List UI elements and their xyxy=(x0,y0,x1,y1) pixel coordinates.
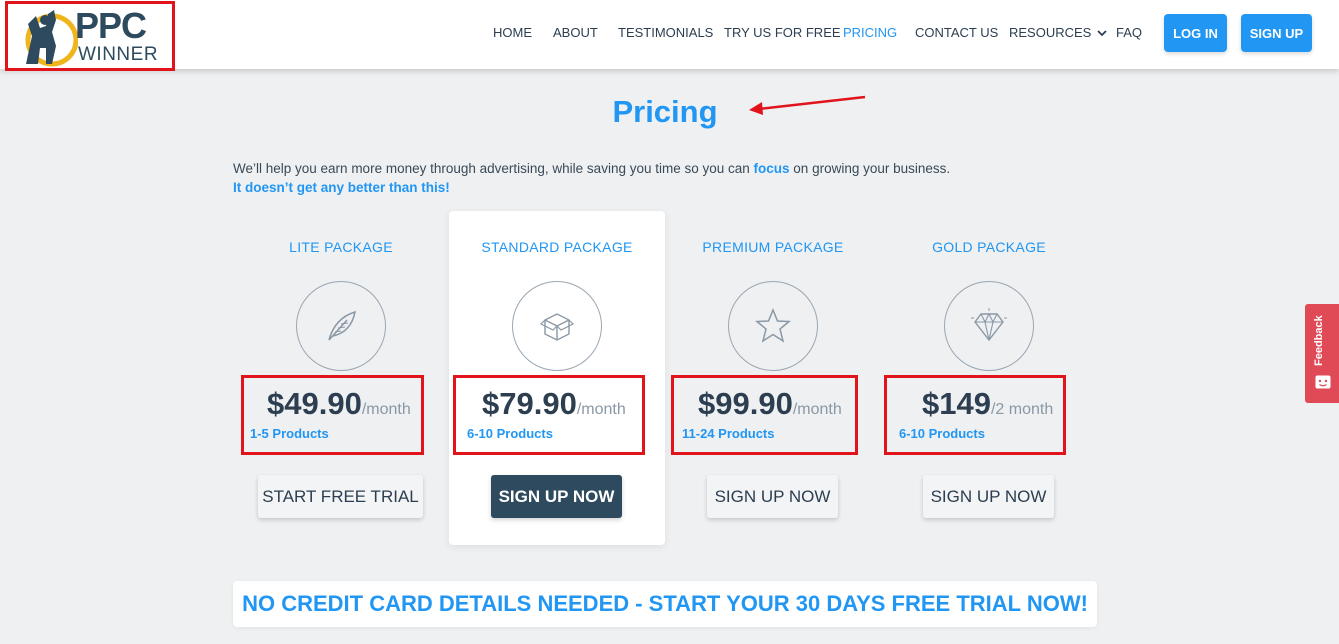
nav-resources-label: RESOURCES xyxy=(1009,25,1092,40)
nav-home[interactable]: HOME xyxy=(493,25,532,41)
login-button[interactable]: LOG IN xyxy=(1164,14,1227,52)
nav-try-us-for-free[interactable]: TRY US FOR FREE xyxy=(724,25,841,41)
intro-text-after: on growing your business. xyxy=(789,161,951,176)
nav-testimonials[interactable]: TESTIMONIALS xyxy=(618,25,713,41)
pricing-card-gold: GOLD PACKAGE $149/2 month 6-10 Products … xyxy=(881,211,1097,545)
intro-tagline: It doesn’t get any better than this! xyxy=(233,180,450,195)
nav-about[interactable]: ABOUT xyxy=(553,25,598,41)
price: $49.90/month xyxy=(267,386,411,422)
logo[interactable]: PPC WINNER xyxy=(5,1,175,71)
feedback-tab[interactable]: Feedback xyxy=(1305,304,1339,403)
star-icon xyxy=(755,308,791,343)
price-amount: $99.90 xyxy=(698,386,793,421)
price-highlight-box: $149/2 month 6-10 Products xyxy=(884,375,1066,455)
logo-winner-text: WINNER xyxy=(78,44,159,65)
price: $149/2 month xyxy=(922,386,1053,422)
pricing-card-premium: PREMIUM PACKAGE $99.90/month 11-24 Produ… xyxy=(665,211,881,545)
pricing-card-lite: LITE PACKAGE $49.90/month 1-5 Products S… xyxy=(233,211,449,545)
chevron-down-icon xyxy=(1097,30,1107,37)
page-title: Pricing xyxy=(612,94,718,129)
package-name: STANDARD PACKAGE xyxy=(481,239,633,255)
nav-faq[interactable]: FAQ xyxy=(1116,25,1142,41)
price: $79.90/month xyxy=(482,386,626,422)
diamond-icon xyxy=(971,308,1007,342)
price-period: /month xyxy=(792,401,842,418)
package-icon-circle xyxy=(728,281,818,371)
package-name: GOLD PACKAGE xyxy=(932,239,1046,255)
intro-focus-word: focus xyxy=(753,161,790,176)
package-icon-circle xyxy=(296,281,386,371)
start-free-trial-button[interactable]: START FREE TRIAL xyxy=(258,475,423,518)
price-amount: $79.90 xyxy=(482,386,577,421)
package-icon-circle xyxy=(944,281,1034,371)
feather-icon xyxy=(328,310,356,341)
sign-up-now-button-gold[interactable]: SIGN UP NOW xyxy=(923,475,1054,518)
product-range: 6-10 Products xyxy=(899,426,985,441)
price-amount: $149 xyxy=(922,386,991,421)
nav-resources[interactable]: RESOURCES xyxy=(1009,25,1107,41)
price-period: /month xyxy=(576,401,626,418)
intro-text: We’ll help you earn more money through a… xyxy=(233,161,950,176)
nav-pricing[interactable]: PRICING xyxy=(843,25,897,41)
product-range: 6-10 Products xyxy=(467,426,553,441)
box-icon xyxy=(539,313,575,341)
price-highlight-box: $99.90/month 11-24 Products xyxy=(671,375,858,455)
price-amount: $49.90 xyxy=(267,386,362,421)
sign-up-now-button-standard[interactable]: SIGN UP NOW xyxy=(491,475,622,518)
product-range: 11-24 Products xyxy=(682,426,775,441)
price-period: /2 month xyxy=(990,401,1054,418)
package-icon-circle xyxy=(512,281,602,371)
sign-up-now-button-premium[interactable]: SIGN UP NOW xyxy=(707,475,838,518)
package-name: LITE PACKAGE xyxy=(289,239,393,255)
free-trial-banner[interactable]: NO CREDIT CARD DETAILS NEEDED - START YO… xyxy=(233,581,1097,627)
feedback-face-icon xyxy=(1315,375,1331,389)
logo-figure-icon xyxy=(25,10,78,67)
pricing-card-standard: STANDARD PACKAGE $79.90/month 6-10 Produ… xyxy=(449,211,665,545)
price-highlight-box: $79.90/month 6-10 Products xyxy=(453,375,645,455)
nav-contact-us[interactable]: CONTACT US xyxy=(915,25,998,41)
price-period: /month xyxy=(361,401,411,418)
signup-button[interactable]: SIGN UP xyxy=(1241,14,1312,52)
price: $99.90/month xyxy=(698,386,842,422)
product-range: 1-5 Products xyxy=(250,426,329,441)
package-name: PREMIUM PACKAGE xyxy=(702,239,844,255)
price-highlight-box: $49.90/month 1-5 Products xyxy=(241,375,424,455)
intro-text-before: We’ll help you earn more money through a… xyxy=(233,161,754,176)
feedback-label: Feedback xyxy=(1313,315,1325,366)
logo-ppc-text: PPC xyxy=(75,5,147,46)
annotation-arrow-icon xyxy=(749,95,866,115)
site-header: PPC WINNER HOME ABOUT TESTIMONIALS TRY U… xyxy=(0,0,1339,71)
